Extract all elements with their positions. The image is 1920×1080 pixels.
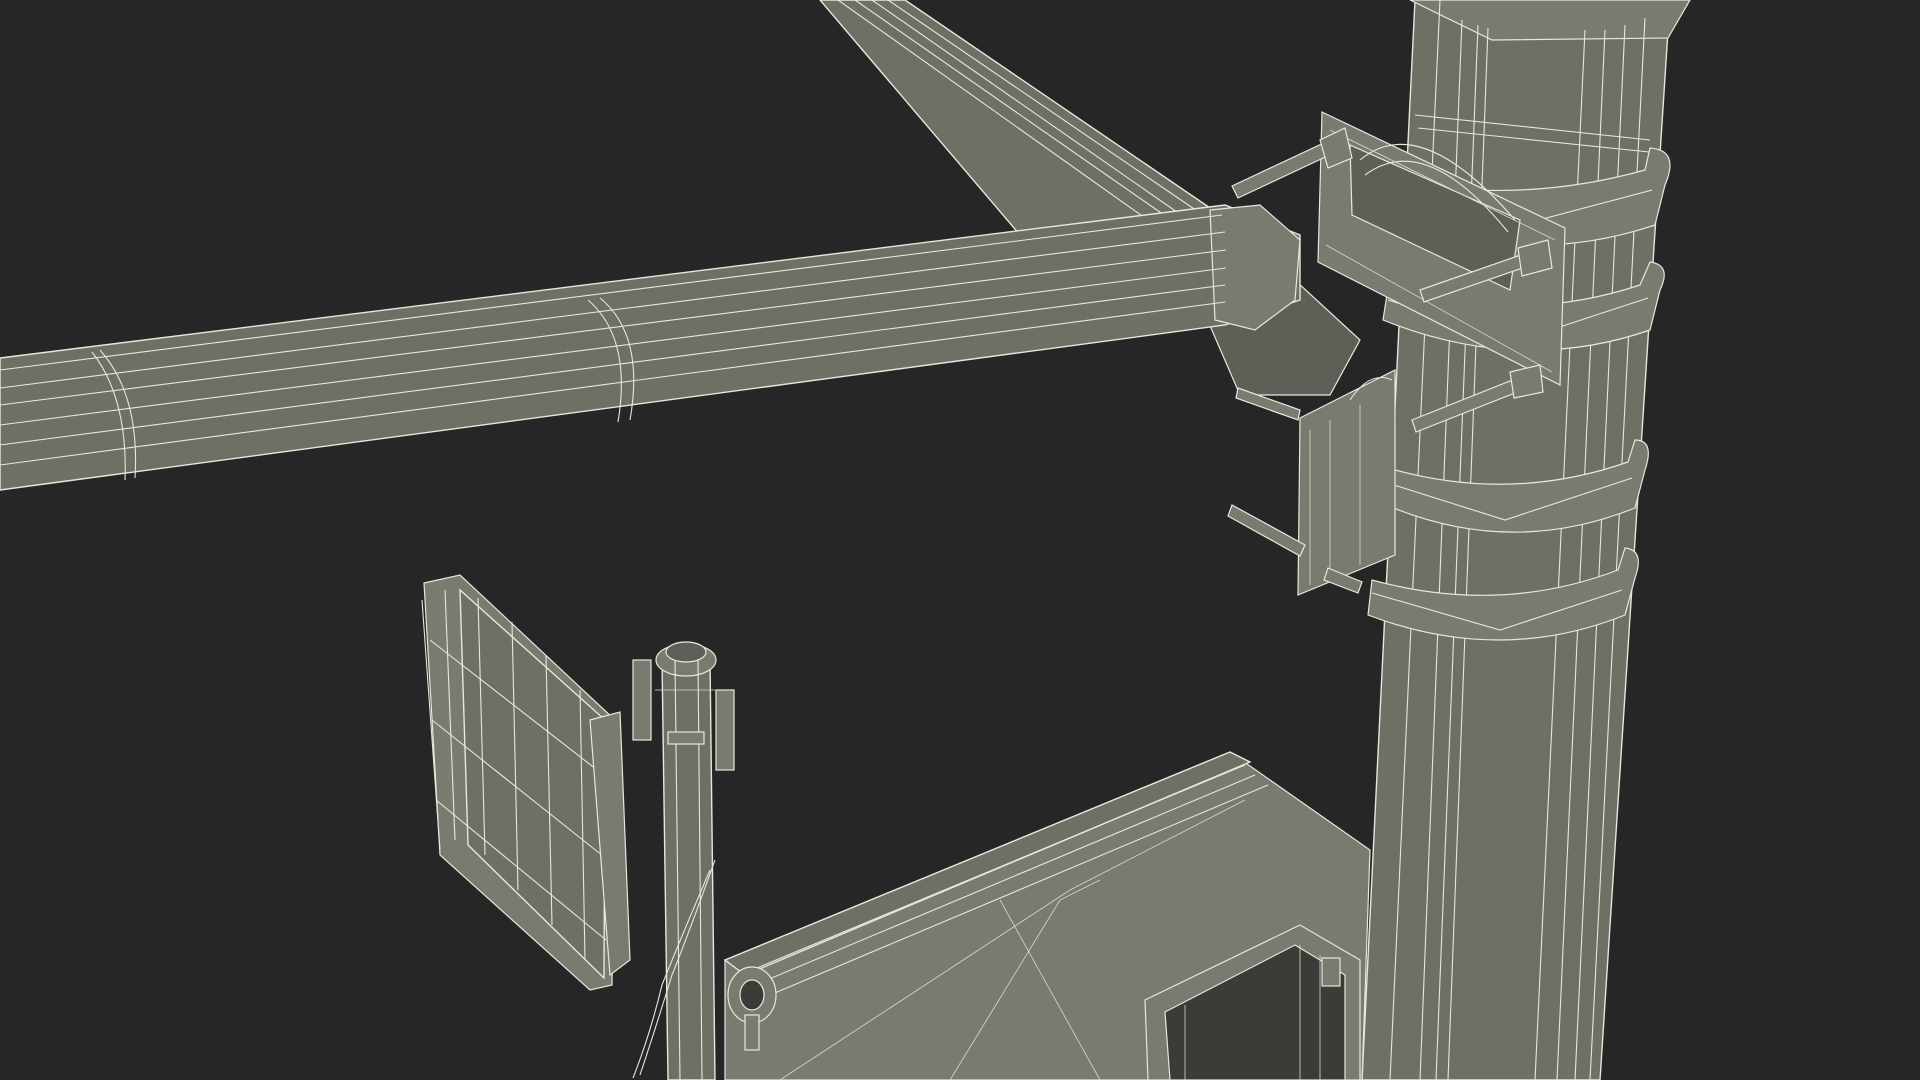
3d-viewport[interactable] <box>0 0 1920 1080</box>
panel-antenna <box>421 574 631 991</box>
lower-mounting-plate <box>1297 369 1396 596</box>
antenna-mast <box>632 641 735 1080</box>
horizontal-arm <box>0 204 1301 491</box>
wireframe-render <box>0 0 1691 1080</box>
